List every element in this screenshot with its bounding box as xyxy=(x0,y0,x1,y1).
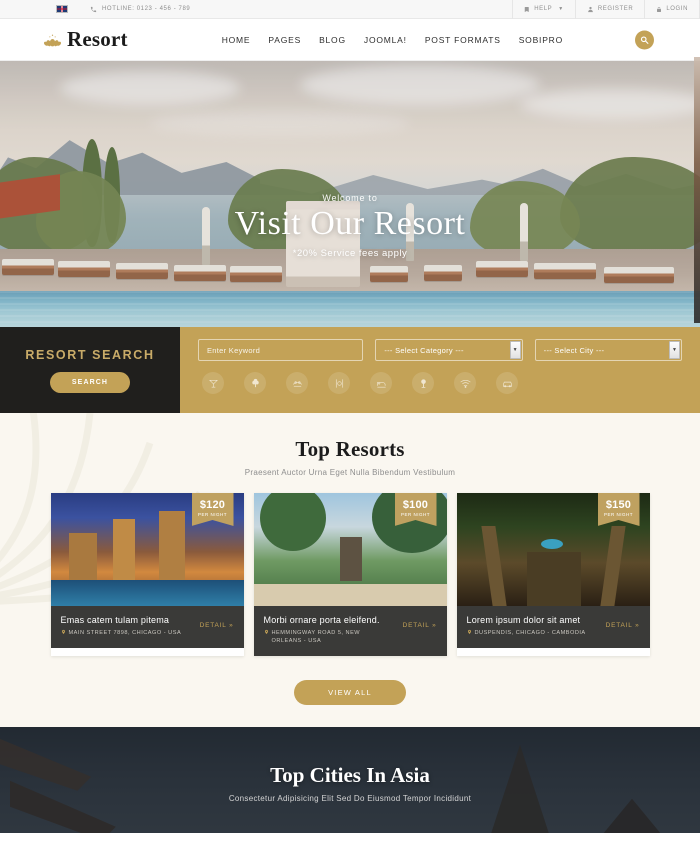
site-logo[interactable]: Resort xyxy=(0,27,128,52)
resort-detail-link[interactable]: DETAIL » xyxy=(200,622,234,629)
site-header: Resort HOME PAGES BLOG JOOMLA! POST FORM… xyxy=(0,19,700,61)
scrollbar-sliver[interactable] xyxy=(694,57,700,323)
logo-text: Resort xyxy=(67,27,128,51)
search-form-panel: --- Select Category --- ▼ --- Select Cit… xyxy=(180,327,700,413)
cocktail-icon[interactable] xyxy=(202,372,224,394)
resort-card-location-row: DUSPENDIS, CHICAGO - CAMBODIA xyxy=(467,629,640,638)
section-title-cities: Top Cities In Asia xyxy=(270,762,430,787)
search-left-panel: RESORT SEARCH SEARCH xyxy=(0,327,180,413)
resort-detail-link[interactable]: DETAIL » xyxy=(403,622,437,629)
price-ribbon: $120 PER NIGHT xyxy=(191,493,234,526)
hotline-block: HOTLINE: 0123 - 456 - 789 xyxy=(68,6,190,13)
resort-card[interactable]: $120 PER NIGHT Emas catem tulam pitema M… xyxy=(50,493,244,656)
category-select[interactable]: --- Select Category --- xyxy=(375,339,523,361)
wifi-icon[interactable] xyxy=(454,372,476,394)
help-menu[interactable]: HELP ▼ xyxy=(512,0,575,19)
section-subtitle-resorts: Praesent Auctor Urna Eget Nulla Bibendum… xyxy=(244,468,456,477)
cities-text-block: Top Cities In Asia Consectetur Adipisici… xyxy=(0,727,700,803)
city-select-wrap: --- Select City --- ▼ xyxy=(534,339,682,361)
search-keyword-input[interactable] xyxy=(198,339,364,361)
phone-icon xyxy=(90,6,97,13)
resort-card-location: DUSPENDIS, CHICAGO - CAMBODIA xyxy=(474,630,586,636)
login-label: LOGIN xyxy=(666,6,688,12)
map-pin-icon xyxy=(264,629,269,646)
search-section-title: RESORT SEARCH xyxy=(25,347,155,362)
register-link[interactable]: REGISTER xyxy=(574,0,644,19)
price-period: PER NIGHT xyxy=(400,512,430,517)
price-period: PER NIGHT xyxy=(197,512,227,517)
map-pin-icon xyxy=(61,629,66,638)
resort-search-section: RESORT SEARCH SEARCH --- Select Category… xyxy=(0,327,700,413)
price-amount: $150 xyxy=(605,499,632,511)
resort-detail-link[interactable]: DETAIL » xyxy=(606,622,640,629)
lamp-icon[interactable] xyxy=(412,372,434,394)
topbar-right-group: HELP ▼ REGISTER LOGIN xyxy=(512,0,700,19)
login-link[interactable]: LOGIN xyxy=(644,0,700,19)
top-utility-bar: HOTLINE: 0123 - 456 - 789 HELP ▼ REGISTE… xyxy=(0,0,700,19)
resort-card-body: Emas catem tulam pitema MAIN STREET 7898… xyxy=(50,606,244,649)
spa-icon[interactable] xyxy=(286,372,308,394)
main-nav: HOME PAGES BLOG JOOMLA! POST FORMATS SOB… xyxy=(222,35,563,45)
hero-welcome-text: Welcome to xyxy=(322,193,378,203)
topbar-left-group: HOTLINE: 0123 - 456 - 789 xyxy=(0,5,190,13)
map-pin-icon xyxy=(467,629,472,638)
tree-icon[interactable] xyxy=(244,372,266,394)
hotline-text: HOTLINE: 0123 - 456 - 789 xyxy=(102,6,191,12)
resort-card-image: $120 PER NIGHT xyxy=(50,493,244,606)
resort-card-location-row: HEMMINGWAY ROAD 5, NEW ORLEANS - USA xyxy=(264,629,437,646)
hero-text-block: Welcome to Visit Our Resort *20% Service… xyxy=(0,193,700,259)
restaurant-icon[interactable] xyxy=(328,372,350,394)
city-select[interactable]: --- Select City --- xyxy=(534,339,682,361)
resort-card-list: $120 PER NIGHT Emas catem tulam pitema M… xyxy=(0,493,700,656)
top-cities-section: Top Cities In Asia Consectetur Adipisici… xyxy=(0,726,700,833)
nav-item-blog[interactable]: BLOG xyxy=(319,35,346,45)
help-label: HELP xyxy=(534,6,553,12)
resort-card-body: Morbi ornare porta eleifend. HEMMINGWAY … xyxy=(253,606,447,656)
lock-icon xyxy=(656,6,662,13)
nav-item-sobipro[interactable]: SOBIPRO xyxy=(519,35,563,45)
section-title-resorts: Top Resorts xyxy=(295,437,405,461)
nav-item-home[interactable]: HOME xyxy=(222,35,251,45)
resort-card-location: MAIN STREET 7898, CHICAGO - USA xyxy=(68,630,182,636)
price-ribbon: $150 PER NIGHT xyxy=(597,493,640,526)
resort-card-body: Lorem ipsum dolor sit amet DUSPENDIS, CH… xyxy=(456,606,650,649)
uk-flag-icon[interactable] xyxy=(56,5,68,13)
search-icon xyxy=(640,35,649,44)
book-icon xyxy=(524,6,530,13)
chevron-down-icon: ▼ xyxy=(558,6,564,12)
user-icon xyxy=(587,6,594,13)
price-period: PER NIGHT xyxy=(603,512,633,517)
resort-card-image: $100 PER NIGHT xyxy=(253,493,447,606)
view-all-button[interactable]: VIEW ALL xyxy=(294,679,406,705)
bed-icon[interactable] xyxy=(370,372,392,394)
price-amount: $120 xyxy=(199,499,226,511)
price-amount: $100 xyxy=(402,499,429,511)
search-fields-row: --- Select Category --- ▼ --- Select Cit… xyxy=(198,339,682,361)
nav-item-post-formats[interactable]: POST FORMATS xyxy=(425,35,501,45)
resort-card[interactable]: $100 PER NIGHT Morbi ornare porta eleife… xyxy=(253,493,447,656)
car-icon[interactable] xyxy=(496,372,518,394)
lotus-icon xyxy=(44,32,61,47)
search-toggle-button[interactable] xyxy=(635,30,654,49)
nav-item-joomla[interactable]: JOOMLA! xyxy=(364,35,407,45)
hero-subtitle: *20% Service fees apply xyxy=(292,248,408,260)
category-select-wrap: --- Select Category --- ▼ xyxy=(375,339,523,361)
resort-card-image: $150 PER NIGHT xyxy=(456,493,650,606)
hero-banner: Welcome to Visit Our Resort *20% Service… xyxy=(0,61,700,327)
search-submit-button[interactable]: SEARCH xyxy=(49,371,131,393)
resort-card[interactable]: $150 PER NIGHT Lorem ipsum dolor sit ame… xyxy=(456,493,650,656)
nav-item-pages[interactable]: PAGES xyxy=(268,35,301,45)
view-all-wrap: VIEW ALL xyxy=(0,679,700,705)
top-resorts-section: Top Resorts Praesent Auctor Urna Eget Nu… xyxy=(0,413,700,727)
resort-card-location: HEMMINGWAY ROAD 5, NEW ORLEANS - USA xyxy=(271,630,361,645)
resort-card-location-row: MAIN STREET 7898, CHICAGO - USA xyxy=(61,629,234,638)
register-label: REGISTER xyxy=(597,6,634,12)
hero-title: Visit Our Resort xyxy=(234,205,466,242)
section-subtitle-cities: Consectetur Adipisicing Elit Sed Do Eius… xyxy=(228,793,472,803)
page-root: HOTLINE: 0123 - 456 - 789 HELP ▼ REGISTE… xyxy=(0,0,700,850)
amenity-filter-row xyxy=(198,372,682,394)
